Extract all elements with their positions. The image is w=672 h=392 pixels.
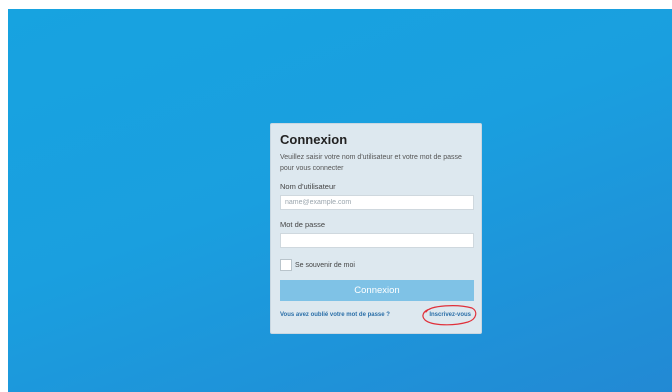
- remember-me-label: Se souvenir de moi: [295, 261, 355, 269]
- remember-me-checkbox[interactable]: [280, 259, 292, 271]
- links-row: Vous avez oublié votre mot de passe ? In…: [280, 305, 477, 326]
- forgot-password-link[interactable]: Vous avez oublié votre mot de passe ?: [280, 312, 390, 318]
- login-button[interactable]: Connexion: [280, 280, 474, 301]
- login-description: Veuillez saisir votre nom d'utilisateur …: [280, 154, 462, 172]
- login-title: Connexion: [280, 132, 348, 147]
- password-input[interactable]: [280, 233, 474, 248]
- username-input[interactable]: [280, 195, 474, 210]
- username-label: Nom d'utilisateur: [280, 182, 336, 191]
- password-label: Mot de passe: [280, 220, 326, 229]
- login-card: Connexion Veuillez saisir votre nom d'ut…: [270, 123, 482, 334]
- page-background: Connexion Veuillez saisir votre nom d'ut…: [8, 9, 672, 392]
- signup-link[interactable]: Inscrivez-vous: [429, 312, 471, 318]
- remember-me-row: Se souvenir de moi: [280, 258, 472, 272]
